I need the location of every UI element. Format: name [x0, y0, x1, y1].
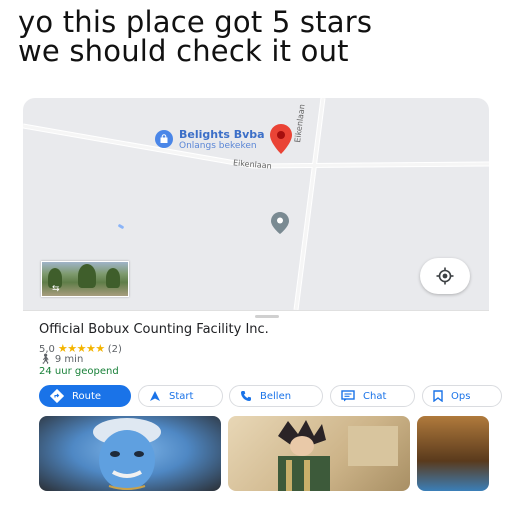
- start-button[interactable]: Start: [138, 385, 223, 407]
- walk-time-row: 🚶︎ 9 min: [39, 354, 83, 365]
- blue-figure-illustration: [93, 418, 161, 490]
- rotate-arrow-icon: ⇆: [52, 284, 60, 294]
- shopping-bag-icon: [155, 130, 173, 148]
- route-button[interactable]: Route: [39, 385, 131, 407]
- meme-caption: yo this place got 5 stars we should chec…: [18, 8, 498, 66]
- chat-icon: [341, 390, 355, 402]
- drag-handle[interactable]: [255, 315, 279, 318]
- photo-anime-character[interactable]: [228, 416, 410, 491]
- photo-carousel[interactable]: [39, 416, 489, 491]
- directions-icon: [50, 389, 64, 403]
- call-button[interactable]: Bellen: [229, 385, 323, 407]
- poi-subtitle: Onlangs bekeken: [179, 141, 257, 151]
- navigation-arrow-icon: [150, 391, 160, 401]
- chat-button[interactable]: Chat: [330, 385, 415, 407]
- caption-line-2: we should check it out: [18, 34, 349, 68]
- start-label: Start: [169, 390, 194, 402]
- save-label: Ops: [451, 390, 471, 402]
- anime-character-illustration: [278, 420, 398, 491]
- review-count: (2): [107, 344, 122, 355]
- place-title: Official Bobux Counting Facility Inc.: [39, 322, 269, 337]
- photo-third[interactable]: [417, 416, 489, 491]
- phone-icon: [241, 391, 251, 401]
- map-view[interactable]: Belights Bvba Onlangs bekeken Eikenlaan …: [23, 98, 489, 310]
- chat-label: Chat: [363, 390, 387, 402]
- walking-person-icon: 🚶︎: [39, 354, 52, 365]
- caption-line-1: yo this place got 5 stars: [18, 5, 373, 39]
- open-hours: 24 uur geopend: [39, 366, 119, 377]
- call-label: Bellen: [260, 390, 292, 402]
- my-location-button[interactable]: [420, 258, 470, 294]
- street-view-thumbnail[interactable]: ⇆: [41, 261, 129, 297]
- save-button[interactable]: Ops: [422, 385, 502, 407]
- red-location-pin-icon[interactable]: [270, 124, 292, 154]
- place-details-sheet[interactable]: Official Bobux Counting Facility Inc. 5,…: [23, 310, 502, 491]
- gray-location-pin-icon[interactable]: [271, 212, 289, 234]
- route-label: Route: [72, 390, 102, 402]
- walk-time: 9 min: [54, 354, 84, 365]
- poi-marker[interactable]: Belights Bvba Onlangs bekeken: [155, 128, 265, 152]
- bookmark-icon: [433, 390, 443, 402]
- poi-name: Belights Bvba: [179, 128, 265, 141]
- photo-blue-smurf[interactable]: [39, 416, 221, 491]
- my-location-icon: [436, 267, 454, 285]
